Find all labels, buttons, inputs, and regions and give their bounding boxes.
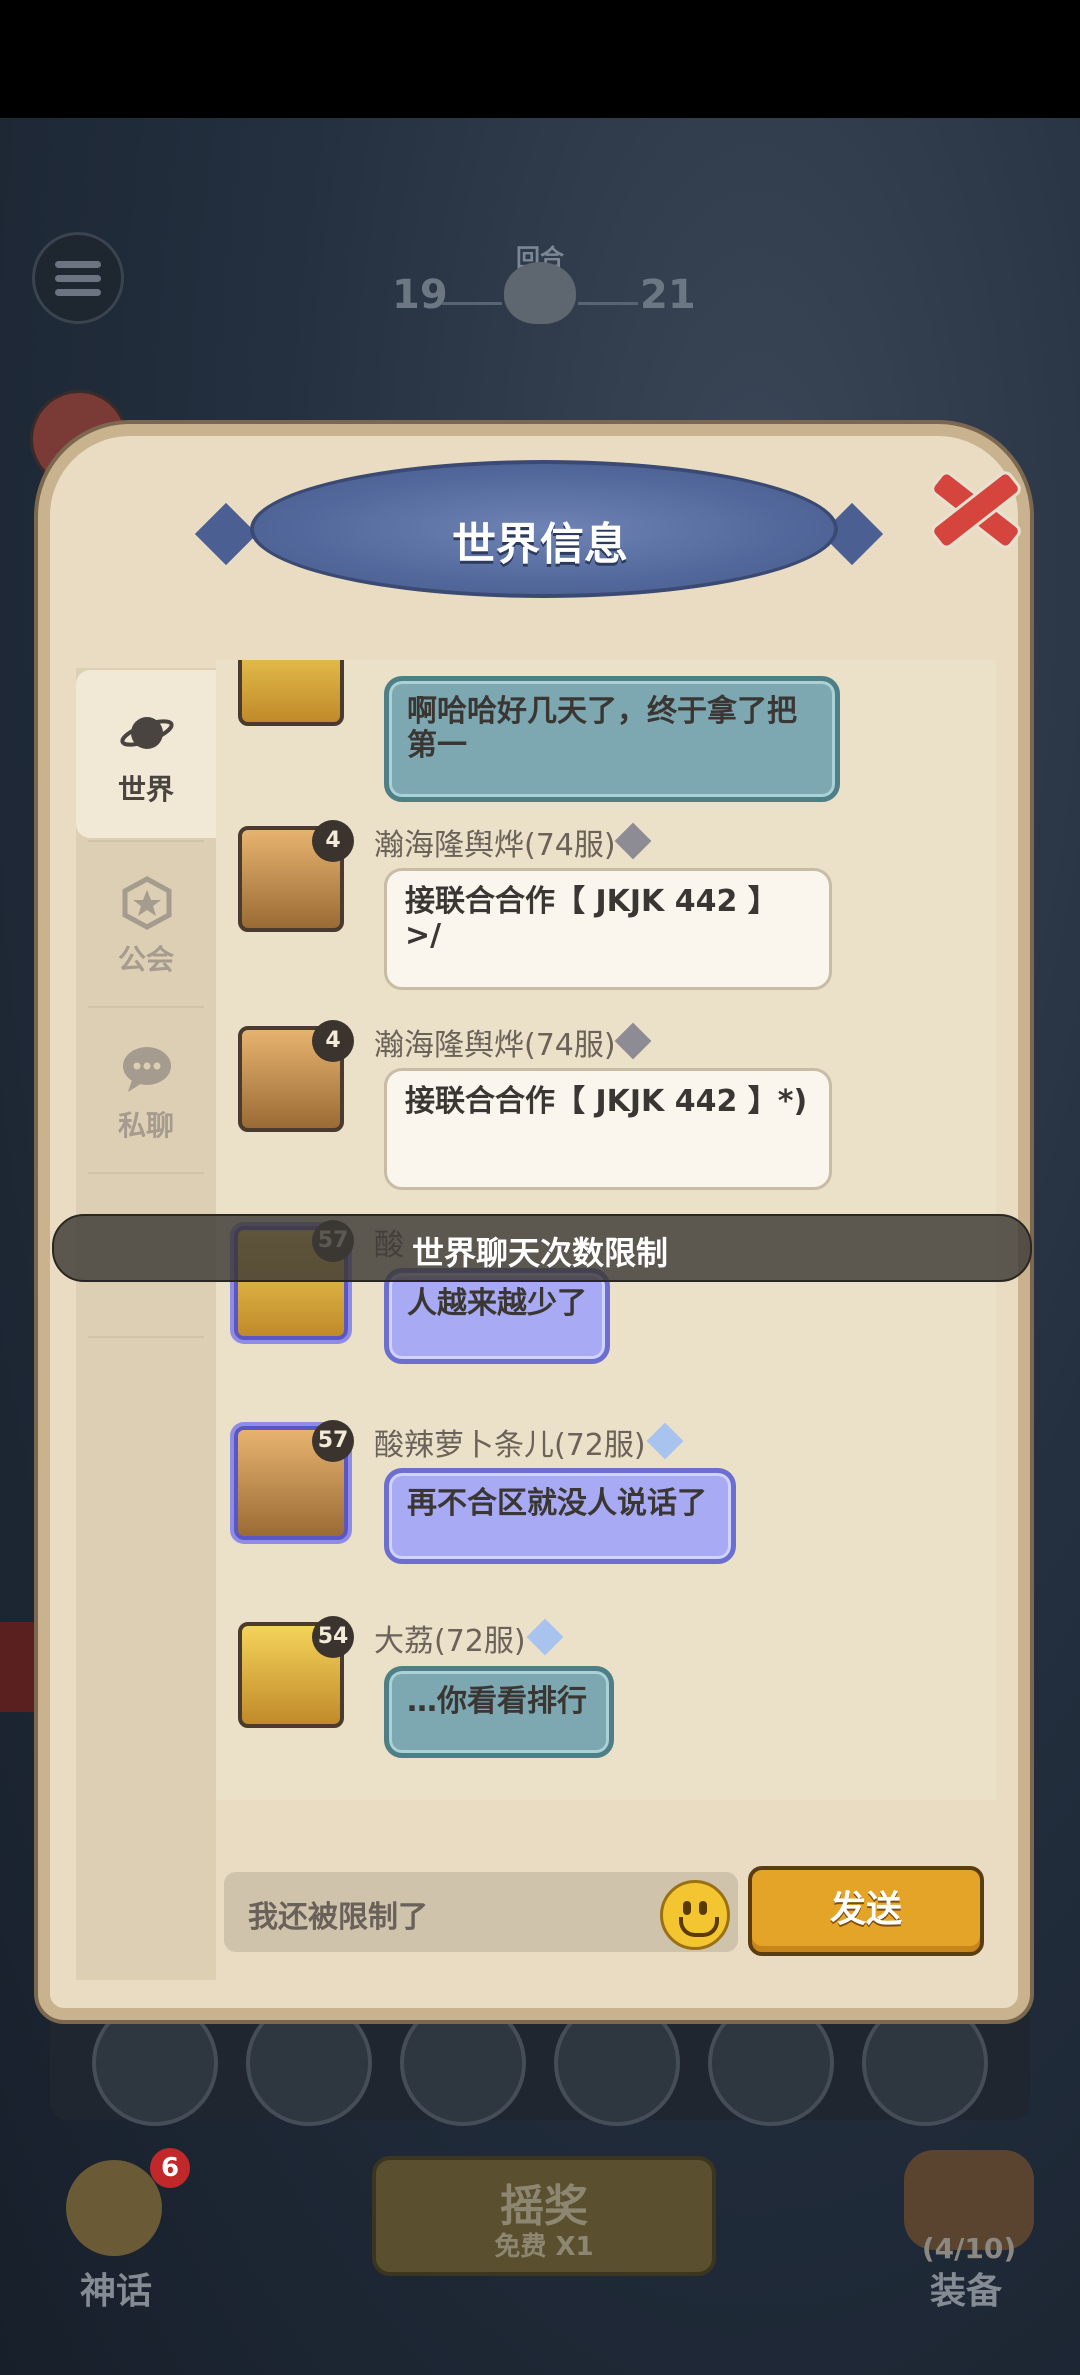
- level-badge: 57: [312, 1420, 354, 1462]
- tab-guild[interactable]: 公会: [76, 840, 216, 1008]
- round-line-left: [442, 302, 502, 305]
- username[interactable]: 瀚海隆舆烨(74服): [374, 1020, 616, 1064]
- level-badge: 4: [312, 820, 354, 862]
- level-badge: 54: [312, 1616, 354, 1658]
- smiley-icon-eye: [699, 1901, 707, 1915]
- lottery-sub: 免费 X1: [494, 2232, 594, 2262]
- username[interactable]: 瀚海隆舆烨(74服): [374, 820, 616, 864]
- status-bar: [0, 0, 1080, 118]
- send-label: 发送: [829, 1889, 902, 1930]
- username[interactable]: 酸辣萝卜条儿(72服): [374, 1420, 646, 1464]
- myth-button[interactable]: 6: [50, 2148, 190, 2270]
- send-button[interactable]: 发送: [748, 1866, 984, 1956]
- lottery-label: 摇奖: [500, 2181, 588, 2232]
- tab-world-label: 世界: [117, 773, 174, 806]
- smiley-icon: [683, 1901, 691, 1915]
- message-bubble: 人越来越少了: [384, 1268, 610, 1364]
- chat-icon: [123, 1047, 171, 1092]
- round-line-right: [578, 302, 638, 305]
- tab-world[interactable]: 世界: [76, 670, 216, 838]
- menu-button[interactable]: [32, 232, 124, 324]
- menu-icon: [55, 254, 101, 303]
- level-badge: 4: [312, 1020, 354, 1062]
- equip-count: (4/10): [921, 2232, 1017, 2265]
- side-decoration: [0, 1622, 40, 1712]
- vip-diamond-icon: [646, 1422, 684, 1460]
- message-bubble: 再不合区就没人说话了: [384, 1468, 736, 1564]
- round-start: 19: [392, 272, 448, 318]
- message-bubble: …你看看排行: [384, 1666, 614, 1758]
- smiley-icon-mouth: [679, 1917, 719, 1937]
- tab-private-label: 私聊: [117, 1109, 174, 1142]
- lottery-button[interactable]: 摇奖 免费 X1: [372, 2156, 716, 2276]
- modal-title: 世界信息: [452, 519, 628, 570]
- toast-message: 世界聊天次数限制: [411, 1234, 668, 1272]
- guild-icon: [122, 876, 172, 930]
- equip-button[interactable]: (4/10): [904, 2150, 1034, 2270]
- planet-icon: [120, 717, 174, 749]
- divider: [88, 1336, 204, 1338]
- avatar[interactable]: [238, 660, 344, 726]
- round-end: 21: [640, 272, 696, 318]
- equip-label: 装备: [930, 2271, 1003, 2312]
- myth-label: 神话: [80, 2271, 153, 2312]
- myth-badge: 6: [150, 2148, 190, 2188]
- message-bubble: 啊哈哈好几天了，终于拿了把第一: [384, 676, 840, 802]
- emoji-button[interactable]: [660, 1880, 730, 1950]
- vip-diamond-icon: [526, 1618, 564, 1656]
- boss-icon: [504, 262, 576, 324]
- star-icon: [66, 2160, 162, 2256]
- username[interactable]: 大荔(72服): [374, 1616, 526, 1660]
- close-button[interactable]: [918, 460, 1028, 552]
- vip-diamond-icon: [614, 1022, 652, 1060]
- tab-guild-label: 公会: [117, 943, 174, 976]
- message-bubble: 接联合合作【 JKJK 442 】*): [384, 1068, 832, 1190]
- tab-private[interactable]: 私聊: [76, 1006, 216, 1174]
- vip-diamond-icon: [614, 822, 652, 860]
- message-bubble: 接联合合作【 JKJK 442 】>/: [384, 868, 832, 990]
- divider: [88, 1172, 204, 1174]
